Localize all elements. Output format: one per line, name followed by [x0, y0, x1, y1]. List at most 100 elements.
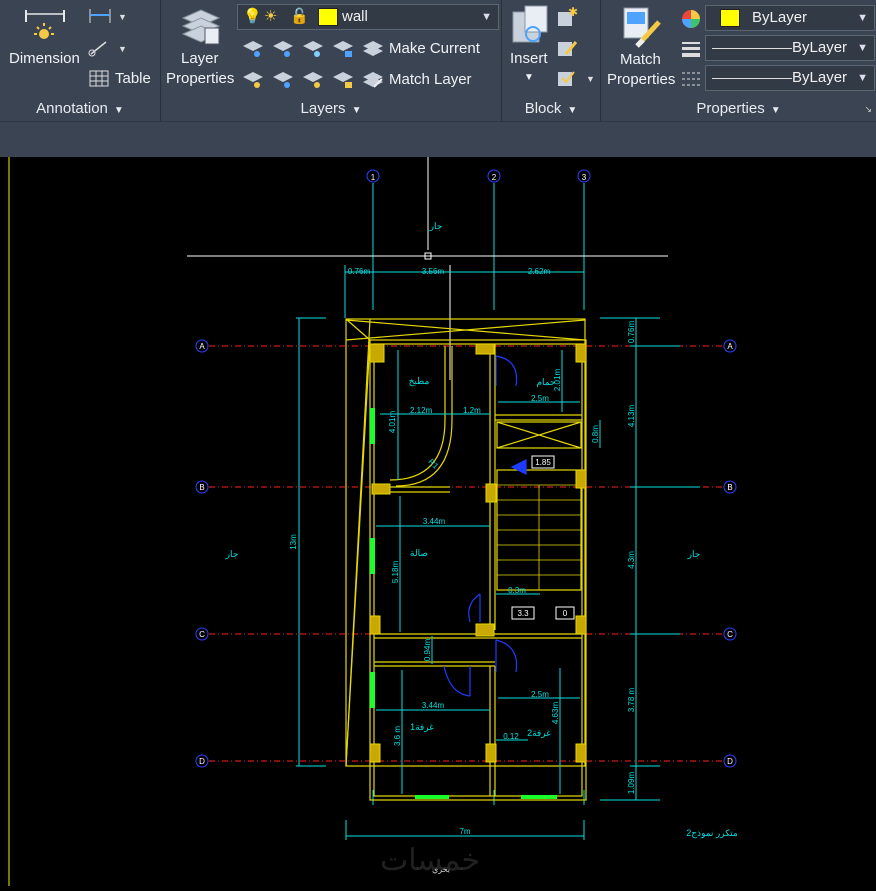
lineweight-icon[interactable]: [680, 38, 702, 60]
grid-col-3: 3: [582, 173, 587, 182]
room-1: غرفة1: [410, 722, 434, 733]
top-dimensions: 0.76m 3.56m 2.62m جار جار جار: [225, 221, 701, 560]
chevron-down-icon: ▼: [857, 72, 868, 84]
grid-bubbles-rows: A A B B C C D D: [195, 339, 737, 768]
dim-wall-gap: 0.12: [503, 732, 519, 741]
chevron-down-icon: ▼: [351, 105, 362, 116]
linetype-icon[interactable]: [680, 68, 702, 90]
table-icon[interactable]: [89, 70, 109, 88]
block-panel-title[interactable]: Block ▼: [502, 99, 600, 119]
annotation-panel-title[interactable]: Annotation ▼: [0, 99, 160, 119]
svg-text:✱: ✱: [568, 6, 578, 19]
linetype-dropdown[interactable]: ByLayer ▼: [705, 65, 875, 91]
dimension-icon[interactable]: [22, 6, 68, 46]
top-dim-2: 3.56m: [422, 267, 445, 276]
layer-color-swatch: [318, 8, 338, 26]
match-layer-label[interactable]: Match Layer: [389, 71, 472, 88]
unlock-icon: 🔓: [290, 8, 309, 25]
layer-properties-icon[interactable]: [179, 6, 221, 46]
room-2: غرفة2: [527, 728, 551, 739]
drawing-canvas[interactable]: 1 2 3 AA BB CC DD 0.76m 3.56m 2.62m جار …: [0, 157, 876, 886]
neighbor-right: جار: [687, 549, 701, 560]
linear-dimension-icon[interactable]: ▼: [88, 6, 128, 26]
right-dim-5: 1.09m: [627, 772, 636, 795]
dimension-label[interactable]: Dimension: [9, 50, 80, 67]
room-bath: حمام: [536, 377, 555, 388]
layer-tool-icons-row2[interactable]: [241, 67, 361, 91]
lineweight-dropdown[interactable]: ByLayer ▼: [705, 35, 875, 61]
color-swatch: [720, 9, 740, 27]
chevron-down-icon: ▼: [113, 105, 124, 116]
make-current-icon[interactable]: [362, 38, 384, 58]
dim-room1-w: 3.44m: [422, 701, 445, 710]
grid-bubbles-columns: 1 2 3: [366, 169, 591, 183]
layer-tool-icons-row1[interactable]: [241, 36, 361, 60]
annotation-title: Annotation: [36, 100, 108, 117]
dim-room1-h: 3.6 m: [393, 726, 402, 746]
grid-row-b-left: B: [199, 483, 204, 492]
sun-icon: ☀: [264, 8, 278, 25]
grid-row-a-right: A: [727, 342, 733, 351]
insert-label[interactable]: Insert: [510, 50, 548, 67]
linetype-value: ByLayer: [792, 69, 848, 86]
grid-row-b-right: B: [727, 483, 732, 492]
match-properties-line1[interactable]: Match: [620, 51, 661, 68]
dim-bath-w: 2.5m: [531, 394, 549, 403]
left-total-dim: 13m: [289, 534, 298, 550]
match-layer-icon[interactable]: [362, 69, 384, 89]
match-properties-icon[interactable]: [621, 4, 663, 50]
top-dim-1: 0.76m: [348, 267, 371, 276]
dim-shaft-h: 0.8m: [591, 425, 600, 443]
block-attribute-icon[interactable]: ▼: [556, 66, 596, 88]
chevron-down-icon: ▼: [481, 11, 492, 23]
properties-title: Properties: [696, 100, 765, 117]
neighbor-left: جار: [225, 549, 239, 560]
layer-properties-line2[interactable]: Properties: [166, 70, 234, 87]
dim-corridor-w: 1.2m: [463, 406, 481, 415]
level-right: 0: [563, 609, 568, 618]
chevron-down-icon: ▼: [567, 105, 578, 116]
right-dim-2: 4.13m: [627, 405, 636, 428]
line-sample: [712, 48, 792, 49]
dim-room2-h: 4.63m: [551, 702, 560, 725]
layer-properties-line1[interactable]: Layer: [181, 50, 219, 67]
leader-icon[interactable]: ▼: [88, 38, 128, 58]
properties-panel-title[interactable]: Properties ▼: [601, 99, 876, 119]
create-block-icon[interactable]: ✱: [556, 5, 578, 28]
properties-panel: Match Properties ByLayer ▼ ByLayer ▼ ByL…: [601, 0, 876, 121]
file-tab-strip: [0, 121, 876, 158]
grid-col-1: 1: [371, 173, 376, 182]
color-dropdown[interactable]: ByLayer ▼: [705, 5, 875, 31]
svg-text:▼: ▼: [118, 12, 127, 22]
dim-room2-w: 2.5m: [531, 690, 549, 699]
dim-kitchen-h: 4.01m: [388, 411, 397, 434]
dim-hall-w: 3.44m: [423, 517, 446, 526]
chevron-down-icon: ▼: [857, 42, 868, 54]
color-wheel-icon[interactable]: [680, 8, 702, 30]
insert-block-icon[interactable]: [509, 4, 551, 46]
layer-dropdown[interactable]: 💡 ☀ 🔓 wall ▼: [237, 4, 499, 30]
chevron-down-icon[interactable]: ▼: [524, 72, 534, 83]
color-value: ByLayer: [752, 9, 808, 26]
grid-row-d-right: D: [727, 757, 733, 766]
right-dim-3: 4.3m: [627, 551, 636, 569]
lightbulb-icon: 💡: [243, 8, 262, 25]
panel-launcher-icon[interactable]: ↘: [864, 104, 872, 115]
current-layer-name: wall: [342, 8, 368, 25]
match-properties-line2[interactable]: Properties: [607, 71, 675, 88]
layers-panel-title[interactable]: Layers ▼: [161, 99, 501, 119]
repeat-note: متكرر نموذج2: [686, 828, 738, 839]
room-kitchen: مطبخ: [409, 376, 430, 387]
annotation-panel: Dimension ▼ ▼ Table Annotation ▼: [0, 0, 161, 121]
svg-text:▼: ▼: [118, 44, 127, 54]
table-label[interactable]: Table: [115, 70, 151, 87]
chevron-down-icon: ▼: [770, 105, 781, 116]
room-hall: صالة: [410, 548, 428, 558]
block-title: Block: [524, 100, 562, 117]
right-dim-4: 3.78 m: [627, 687, 636, 712]
make-current-label[interactable]: Make Current: [389, 40, 480, 57]
total-width-dim: 7m: [459, 827, 470, 836]
edit-block-icon[interactable]: [556, 36, 578, 58]
watermark: خمسات: [380, 844, 481, 877]
chevron-down-icon: ▼: [857, 12, 868, 24]
